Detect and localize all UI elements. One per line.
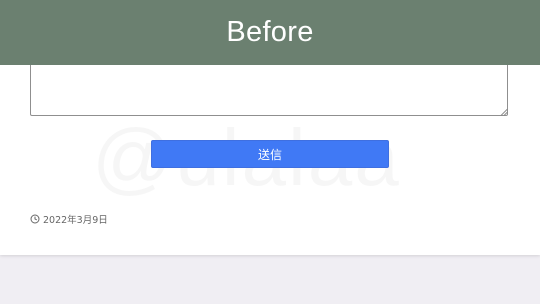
post-date-text: 2022年3月9日 — [43, 215, 108, 226]
banner-title: Before — [226, 16, 314, 48]
resize-grip-icon[interactable] — [500, 108, 508, 116]
before-banner: Before — [0, 0, 540, 65]
send-button[interactable]: 送信 — [151, 140, 389, 168]
clock-icon — [30, 214, 40, 224]
post-date: 2022年3月9日 — [30, 212, 108, 226]
